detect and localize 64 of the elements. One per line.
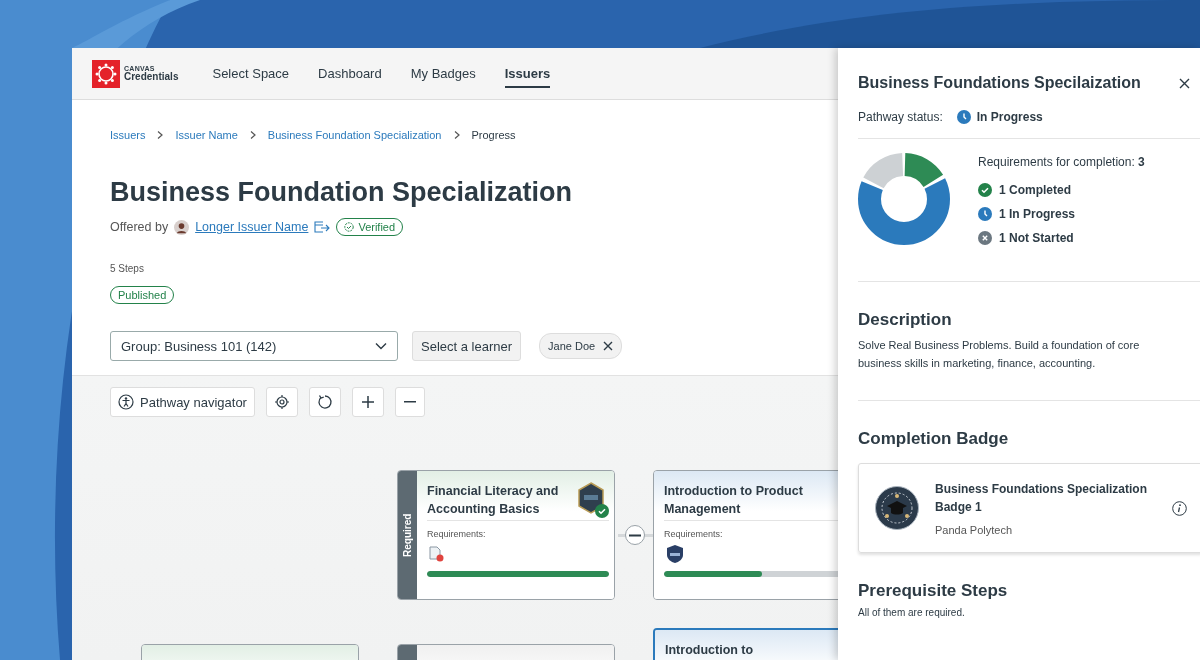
- group-select[interactable]: Group: Business 101 (142): [110, 331, 398, 362]
- status-label: Pathway status:: [858, 110, 943, 124]
- collapse-button[interactable]: [625, 525, 645, 546]
- offered-by-label: Offered by: [110, 220, 169, 235]
- step-card[interactable]: Required Financial Literacy and Accounting Basics Requirements:: [397, 470, 615, 601]
- badge-name: Business Foundations Specialization Badge 1: [935, 481, 1149, 516]
- shield-badge-icon: [664, 544, 686, 565]
- recenter-button[interactable]: [265, 387, 298, 418]
- legend-label: 1 In Progress: [999, 207, 1076, 221]
- breadcrumb-link[interactable]: Business Foundation Specialization: [267, 129, 442, 141]
- step-card[interactable]: Introduction to Product Management Requirements:: [653, 470, 838, 601]
- learner-name: Jane Doe: [548, 340, 596, 353]
- accessibility-icon: [118, 394, 134, 411]
- nav-tab[interactable]: Select Space: [212, 59, 290, 88]
- requirements-text: Requirements for completion: 3: [978, 155, 1145, 169]
- panel-title: Business Foundations Specilaization: [858, 74, 1141, 92]
- breadcrumb-current: Progress: [471, 129, 516, 141]
- section-heading: Description: [858, 310, 953, 330]
- logo-icon: [92, 59, 120, 88]
- plus-icon: [359, 394, 376, 411]
- minus-icon: [629, 533, 641, 537]
- chevron-down-icon: [375, 342, 387, 351]
- page-title: Business Foundation Specialization: [110, 176, 574, 209]
- step-title: Financial Literacy and Accounting Basics: [427, 483, 560, 519]
- status-value: In Progress: [976, 110, 1043, 124]
- badge-card[interactable]: Business Foundations Specialization Badge 1 Panda Polytech: [858, 463, 1200, 553]
- badge-icon: [875, 486, 919, 530]
- nav-tab[interactable]: My Badges: [410, 59, 476, 88]
- requirements-label: Requirements:: [664, 529, 724, 540]
- step-card[interactable]: Introduction to: [653, 628, 838, 660]
- section-heading: Prerequisite Steps: [858, 581, 1009, 601]
- steps-count: 5 Steps: [110, 263, 145, 275]
- nav-tab[interactable]: Issuers: [504, 59, 551, 88]
- description-text: Solve Real Business Problems. Build a foundation of core business skills in marketing, finance, accounting.: [858, 336, 1200, 401]
- breadcrumb-link[interactable]: Issuers: [110, 129, 146, 141]
- section-heading: Completion Badge: [858, 429, 1010, 449]
- badge-issuer: Panda Polytech: [935, 524, 1014, 536]
- zoom-in-button[interactable]: [351, 387, 384, 418]
- minus-icon: [403, 401, 416, 404]
- brand-name: Credentials: [124, 72, 179, 82]
- prerequisite-text: All of them are required.: [858, 607, 966, 618]
- step-title: Introduction to: [665, 642, 755, 660]
- close-icon[interactable]: [1179, 77, 1190, 89]
- badge-icon: [577, 482, 605, 515]
- breadcrumb-link[interactable]: Issuer Name: [175, 129, 238, 141]
- verified-icon: [344, 222, 355, 233]
- required-label: Required: [398, 471, 417, 600]
- step-title: Introduction to Product Management: [664, 483, 804, 519]
- select-learner-button[interactable]: Select a learner: [412, 331, 522, 362]
- pathway-navigator-button[interactable]: Pathway navigator: [110, 387, 255, 418]
- target-icon: [273, 394, 290, 411]
- avatar-icon: [174, 219, 190, 235]
- close-icon[interactable]: [603, 341, 614, 352]
- requirements-label: Requirements:: [427, 529, 487, 540]
- zoom-out-button[interactable]: [394, 387, 425, 418]
- issuer-link[interactable]: Longer Issuer Name: [195, 220, 309, 235]
- legend-label: 1 Completed: [999, 183, 1071, 197]
- nav-tab[interactable]: Dashboard: [318, 59, 382, 88]
- document-icon: [427, 545, 445, 564]
- info-icon[interactable]: [1172, 500, 1187, 516]
- legend-label: 1 Not Started: [999, 231, 1074, 245]
- external-link-icon[interactable]: [314, 221, 331, 234]
- refresh-icon: [316, 394, 333, 411]
- reset-button[interactable]: [308, 387, 341, 418]
